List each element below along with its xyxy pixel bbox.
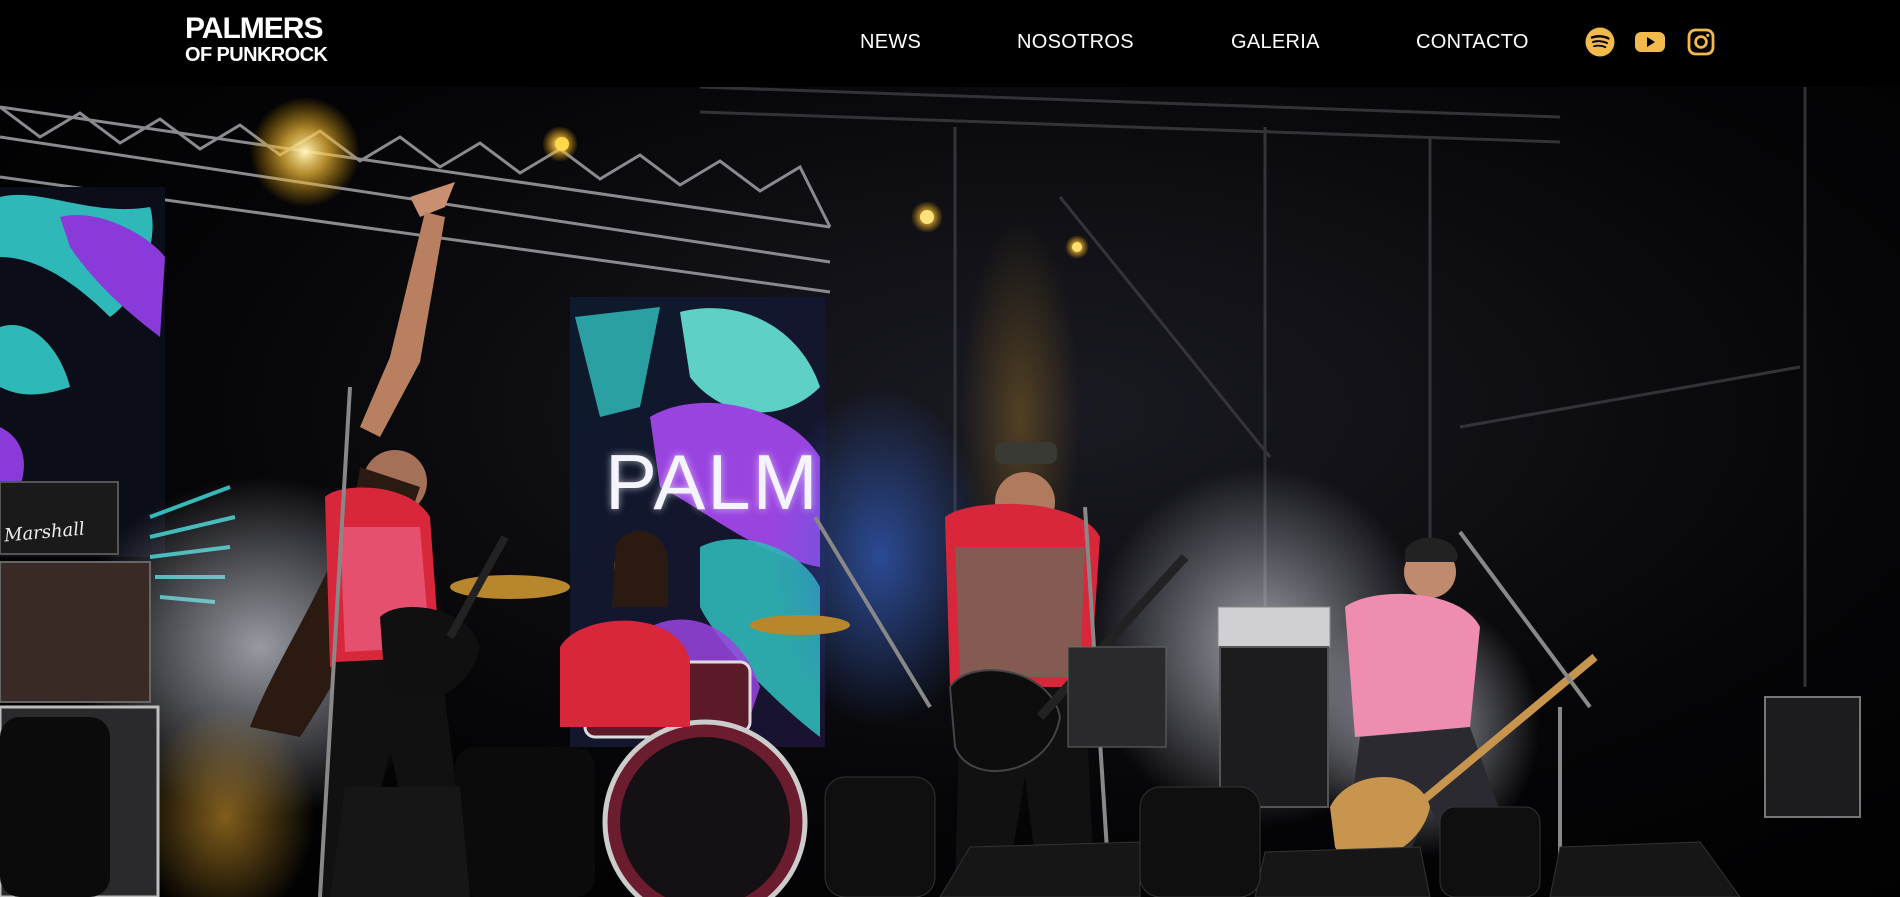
- concert-stage-illustration: [0, 87, 1861, 897]
- main-nav: NEWS NOSOTROS GALERIA CONTACTO: [0, 0, 1900, 87]
- site-header: PALMERS OF PUNKROCK NEWS NOSOTROS GALERI…: [0, 0, 1900, 87]
- nav-item-nosotros[interactable]: NOSOTROS: [1017, 31, 1134, 54]
- hero-concert-image: PALM Marshall: [0, 87, 1900, 897]
- nav-item-galeria[interactable]: GALERIA: [1231, 31, 1320, 54]
- led-screen-text: PALM: [605, 438, 820, 526]
- spotify-icon[interactable]: [1585, 26, 1615, 58]
- instagram-icon[interactable]: [1687, 26, 1715, 58]
- nav-item-contacto[interactable]: CONTACTO: [1416, 31, 1529, 54]
- youtube-icon[interactable]: [1634, 26, 1666, 58]
- nav-item-news[interactable]: NEWS: [860, 31, 921, 54]
